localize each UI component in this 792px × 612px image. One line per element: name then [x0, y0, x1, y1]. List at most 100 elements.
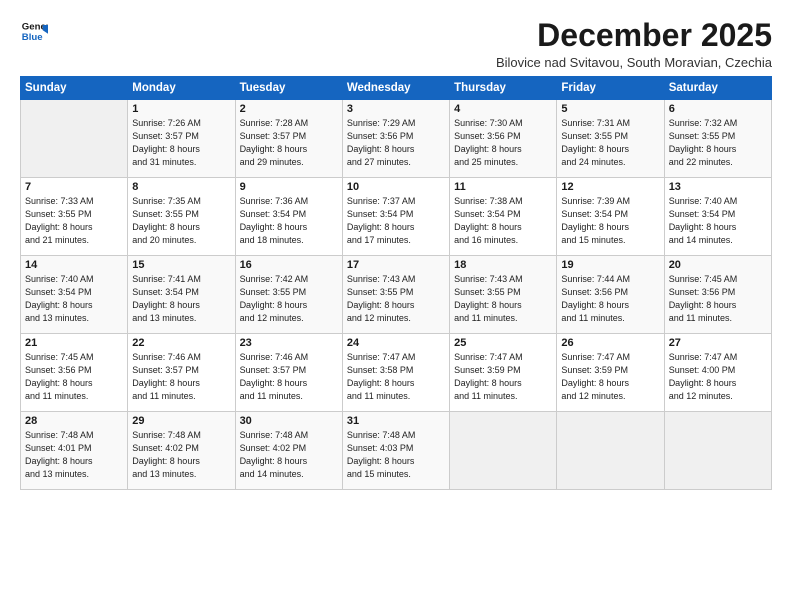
calendar-cell	[664, 412, 771, 490]
calendar-cell: 25 Sunrise: 7:47 AMSunset: 3:59 PMDayligh…	[450, 334, 557, 412]
day-info: Sunrise: 7:43 AMSunset: 3:55 PMDaylight:…	[347, 273, 445, 325]
month-title: December 2025	[496, 18, 772, 53]
calendar-cell: 12Sunrise: 7:39 AMSunset: 3:54 PMDayligh…	[557, 178, 664, 256]
calendar-week-row: 28 Sunrise: 7:48 AMSunset: 4:01 PMDayligh…	[21, 412, 772, 490]
day-info: Sunrise: 7:45 AMSunset: 3:56 PMDaylight:…	[669, 273, 767, 325]
day-info: Sunrise: 7:47 AMSunset: 3:58 PMDaylight:…	[347, 351, 445, 403]
calendar-cell: 1 Sunrise: 7:26 AMSunset: 3:57 PMDaylight…	[128, 100, 235, 178]
day-number: 1	[132, 103, 230, 115]
day-info: Sunrise: 7:40 AMSunset: 3:54 PMDaylight:…	[25, 273, 123, 325]
header: General Blue December 2025 Bilovice nad …	[20, 18, 772, 70]
calendar-cell	[450, 412, 557, 490]
day-number: 19	[561, 259, 659, 271]
day-info: Sunrise: 7:48 AMSunset: 4:02 PMDaylight:…	[132, 429, 230, 481]
day-number: 5	[561, 103, 659, 115]
calendar-cell: 9 Sunrise: 7:36 AMSunset: 3:54 PMDaylight…	[235, 178, 342, 256]
calendar-cell: 6 Sunrise: 7:32 AMSunset: 3:55 PMDaylight…	[664, 100, 771, 178]
day-info: Sunrise: 7:48 AMSunset: 4:02 PMDaylight:…	[240, 429, 338, 481]
calendar-cell: 30 Sunrise: 7:48 AMSunset: 4:02 PMDayligh…	[235, 412, 342, 490]
calendar-cell	[557, 412, 664, 490]
calendar-cell: 21Sunrise: 7:45 AMSunset: 3:56 PMDayligh…	[21, 334, 128, 412]
day-info: Sunrise: 7:43 AMSunset: 3:55 PMDaylight:…	[454, 273, 552, 325]
day-number: 15	[132, 259, 230, 271]
day-info: Sunrise: 7:47 AMSunset: 3:59 PMDaylight:…	[454, 351, 552, 403]
calendar-cell: 29Sunrise: 7:48 AMSunset: 4:02 PMDayligh…	[128, 412, 235, 490]
calendar-cell: 26 Sunrise: 7:47 AMSunset: 3:59 PMDayligh…	[557, 334, 664, 412]
day-info: Sunrise: 7:41 AMSunset: 3:54 PMDaylight:…	[132, 273, 230, 325]
calendar-table: SundayMondayTuesdayWednesdayThursdayFrid…	[20, 76, 772, 490]
day-number: 17	[347, 259, 445, 271]
calendar-body: 1 Sunrise: 7:26 AMSunset: 3:57 PMDaylight…	[21, 100, 772, 490]
day-number: 24	[347, 337, 445, 349]
calendar-cell: 3 Sunrise: 7:29 AMSunset: 3:56 PMDaylight…	[342, 100, 449, 178]
calendar-cell: 17 Sunrise: 7:43 AMSunset: 3:55 PMDayligh…	[342, 256, 449, 334]
day-info: Sunrise: 7:46 AMSunset: 3:57 PMDaylight:…	[240, 351, 338, 403]
day-number: 4	[454, 103, 552, 115]
calendar-cell: 7 Sunrise: 7:33 AMSunset: 3:55 PMDaylight…	[21, 178, 128, 256]
calendar-cell: 24 Sunrise: 7:47 AMSunset: 3:58 PMDayligh…	[342, 334, 449, 412]
day-number: 16	[240, 259, 338, 271]
logo: General Blue	[20, 18, 48, 46]
calendar-cell: 22 Sunrise: 7:46 AMSunset: 3:57 PMDayligh…	[128, 334, 235, 412]
day-info: Sunrise: 7:36 AMSunset: 3:54 PMDaylight:…	[240, 195, 338, 247]
calendar-cell: 15 Sunrise: 7:41 AMSunset: 3:54 PMDayligh…	[128, 256, 235, 334]
day-info: Sunrise: 7:42 AMSunset: 3:55 PMDaylight:…	[240, 273, 338, 325]
day-number: 27	[669, 337, 767, 349]
day-info: Sunrise: 7:35 AMSunset: 3:55 PMDaylight:…	[132, 195, 230, 247]
day-info: Sunrise: 7:32 AMSunset: 3:55 PMDaylight:…	[669, 117, 767, 169]
day-number: 6	[669, 103, 767, 115]
day-info: Sunrise: 7:30 AMSunset: 3:56 PMDaylight:…	[454, 117, 552, 169]
calendar-cell: 19 Sunrise: 7:44 AMSunset: 3:56 PMDayligh…	[557, 256, 664, 334]
calendar-week-row: 14 Sunrise: 7:40 AMSunset: 3:54 PMDayligh…	[21, 256, 772, 334]
day-info: Sunrise: 7:47 AMSunset: 3:59 PMDaylight:…	[561, 351, 659, 403]
day-info: Sunrise: 7:33 AMSunset: 3:55 PMDaylight:…	[25, 195, 123, 247]
calendar-cell: 23 Sunrise: 7:46 AMSunset: 3:57 PMDayligh…	[235, 334, 342, 412]
day-number: 8	[132, 181, 230, 193]
day-number: 26	[561, 337, 659, 349]
day-info: Sunrise: 7:38 AMSunset: 3:54 PMDaylight:…	[454, 195, 552, 247]
calendar-cell: 31 Sunrise: 7:48 AMSunset: 4:03 PMDayligh…	[342, 412, 449, 490]
calendar-week-row: 21Sunrise: 7:45 AMSunset: 3:56 PMDayligh…	[21, 334, 772, 412]
header-day: Monday	[128, 77, 235, 100]
page: General Blue December 2025 Bilovice nad …	[0, 0, 792, 612]
calendar-cell: 27 Sunrise: 7:47 AMSunset: 4:00 PMDayligh…	[664, 334, 771, 412]
day-info: Sunrise: 7:37 AMSunset: 3:54 PMDaylight:…	[347, 195, 445, 247]
calendar-cell: 16 Sunrise: 7:42 AMSunset: 3:55 PMDayligh…	[235, 256, 342, 334]
day-info: Sunrise: 7:44 AMSunset: 3:56 PMDaylight:…	[561, 273, 659, 325]
svg-text:Blue: Blue	[22, 32, 43, 43]
day-info: Sunrise: 7:40 AMSunset: 3:54 PMDaylight:…	[669, 195, 767, 247]
calendar-week-row: 1 Sunrise: 7:26 AMSunset: 3:57 PMDaylight…	[21, 100, 772, 178]
day-number: 22	[132, 337, 230, 349]
day-info: Sunrise: 7:46 AMSunset: 3:57 PMDaylight:…	[132, 351, 230, 403]
day-number: 28	[25, 415, 123, 427]
day-info: Sunrise: 7:28 AMSunset: 3:57 PMDaylight:…	[240, 117, 338, 169]
calendar-cell: 20 Sunrise: 7:45 AMSunset: 3:56 PMDayligh…	[664, 256, 771, 334]
day-info: Sunrise: 7:45 AMSunset: 3:56 PMDaylight:…	[25, 351, 123, 403]
day-number: 30	[240, 415, 338, 427]
day-number: 25	[454, 337, 552, 349]
header-day: Thursday	[450, 77, 557, 100]
calendar-cell	[21, 100, 128, 178]
day-info: Sunrise: 7:31 AMSunset: 3:55 PMDaylight:…	[561, 117, 659, 169]
header-day: Wednesday	[342, 77, 449, 100]
calendar-cell: 10 Sunrise: 7:37 AMSunset: 3:54 PMDayligh…	[342, 178, 449, 256]
day-number: 31	[347, 415, 445, 427]
day-number: 9	[240, 181, 338, 193]
day-number: 7	[25, 181, 123, 193]
day-number: 3	[347, 103, 445, 115]
day-number: 10	[347, 181, 445, 193]
day-number: 23	[240, 337, 338, 349]
calendar-header: SundayMondayTuesdayWednesdayThursdayFrid…	[21, 77, 772, 100]
day-info: Sunrise: 7:47 AMSunset: 4:00 PMDaylight:…	[669, 351, 767, 403]
day-info: Sunrise: 7:26 AMSunset: 3:57 PMDaylight:…	[132, 117, 230, 169]
subtitle: Bilovice nad Svitavou, South Moravian, C…	[496, 55, 772, 70]
day-info: Sunrise: 7:48 AMSunset: 4:01 PMDaylight:…	[25, 429, 123, 481]
header-day: Sunday	[21, 77, 128, 100]
calendar-cell: 2Sunrise: 7:28 AMSunset: 3:57 PMDaylight…	[235, 100, 342, 178]
day-number: 20	[669, 259, 767, 271]
day-info: Sunrise: 7:29 AMSunset: 3:56 PMDaylight:…	[347, 117, 445, 169]
day-info: Sunrise: 7:48 AMSunset: 4:03 PMDaylight:…	[347, 429, 445, 481]
logo-icon: General Blue	[20, 18, 48, 46]
day-number: 14	[25, 259, 123, 271]
header-day: Friday	[557, 77, 664, 100]
